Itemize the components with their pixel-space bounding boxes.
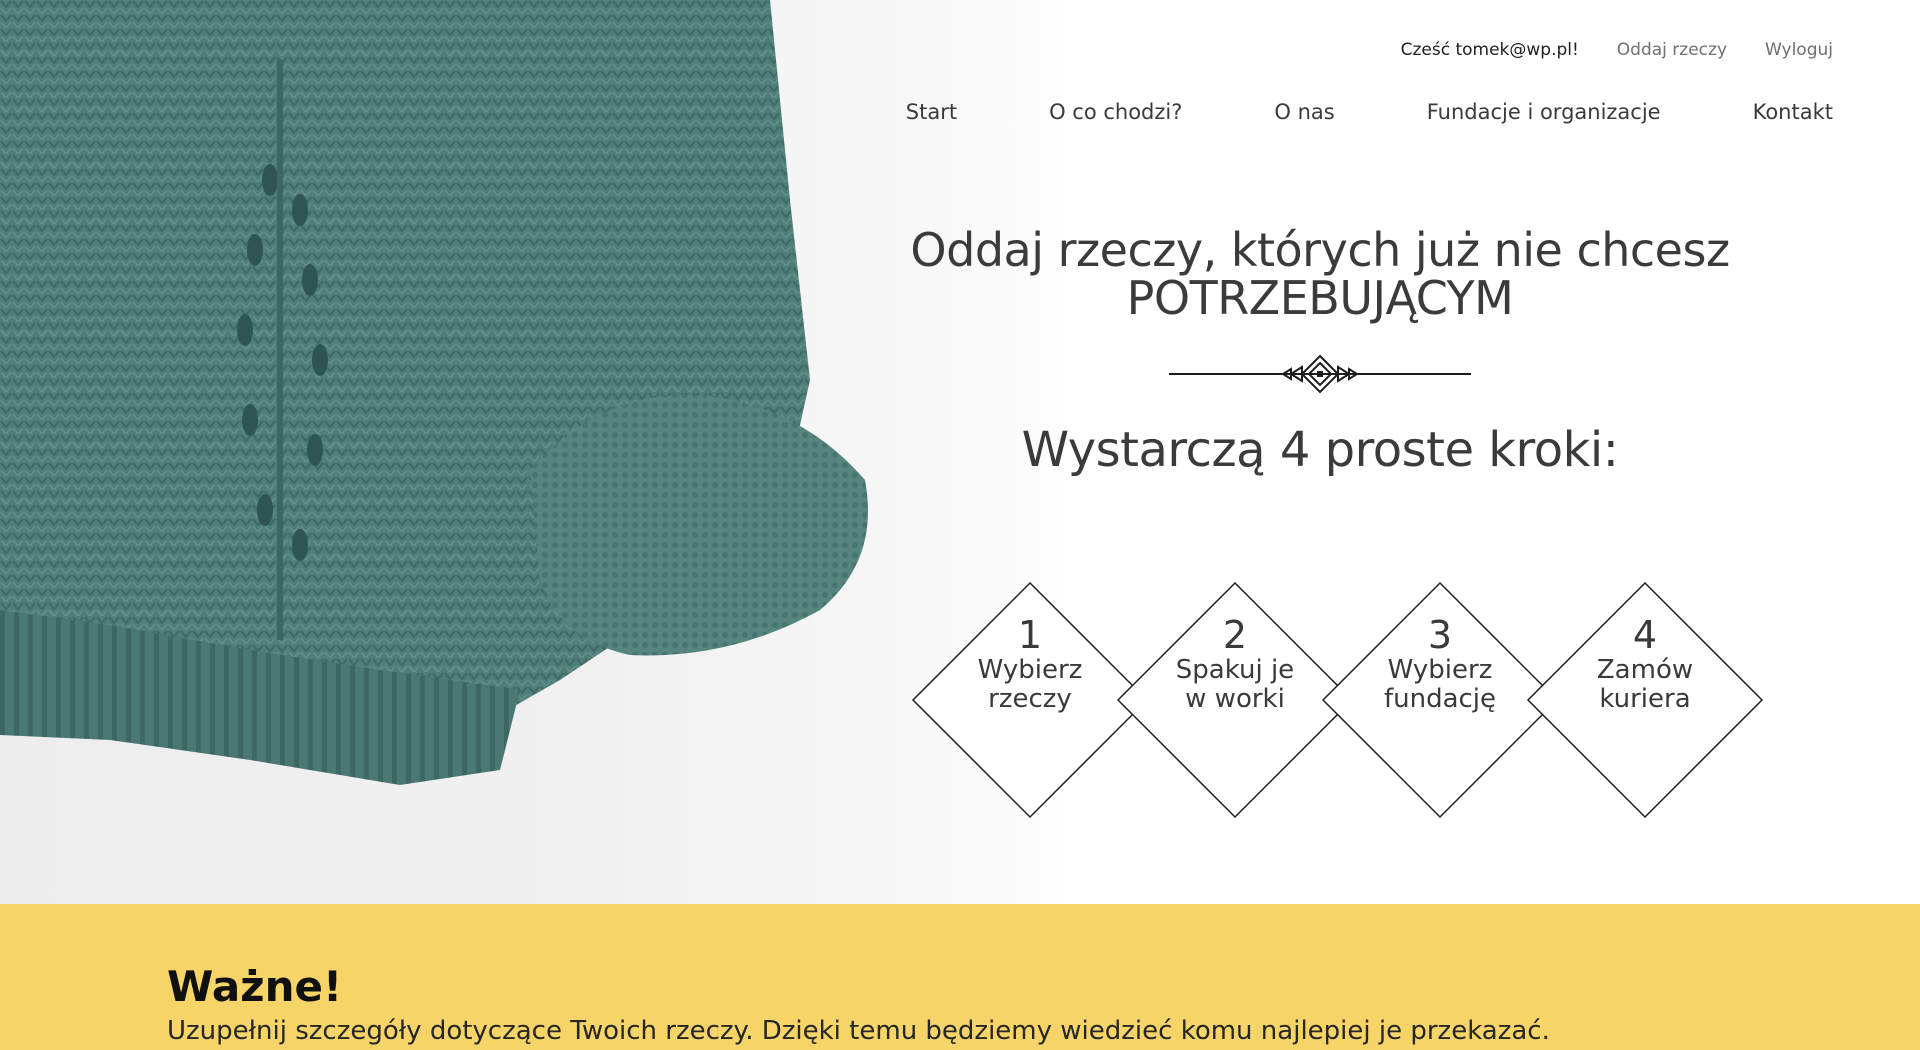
step-3-number: 3: [1427, 613, 1453, 657]
give-items-link[interactable]: Oddaj rzeczy: [1617, 40, 1727, 60]
hero-title-line1: Oddaj rzeczy, których już nie chcesz: [910, 223, 1730, 277]
greeting-text: Cześć tomek@wp.pl!: [1400, 40, 1579, 60]
nav-about-idea[interactable]: O co chodzi?: [1049, 100, 1182, 124]
steps-subtitle: Wystarczą 4 proste kroki:: [1021, 422, 1619, 478]
nav-foundations[interactable]: Fundacje i organizacje: [1427, 100, 1661, 124]
step-1: 1 Wybierz rzeczy: [945, 614, 1115, 714]
nav-start[interactable]: Start: [906, 100, 957, 124]
decorative-divider-icon: [1169, 354, 1471, 394]
logout-link[interactable]: Wyloguj: [1765, 40, 1833, 60]
step-1-label-line2: rzeczy: [988, 684, 1072, 714]
important-title: Ważne!: [167, 962, 343, 1011]
hero-section: Cześć tomek@wp.pl! Oddaj rzeczy Wyloguj …: [0, 0, 1920, 904]
nav-about-us[interactable]: O nas: [1274, 100, 1334, 124]
user-bar: Cześć tomek@wp.pl! Oddaj rzeczy Wyloguj: [1401, 40, 1833, 60]
step-2-label-line2: w worki: [1185, 684, 1285, 714]
step-1-number: 1: [1017, 613, 1043, 657]
step-3-label-line2: fundację: [1383, 684, 1497, 714]
step-4-label-line2: kuriera: [1599, 684, 1691, 714]
step-4-number: 4: [1632, 613, 1658, 657]
step-2-label-line1: Spakuj je: [1175, 655, 1295, 685]
step-2: 2 Spakuj je w worki: [1150, 614, 1320, 714]
nav-contact[interactable]: Kontakt: [1753, 100, 1833, 124]
step-3-label-line1: Wybierz: [1387, 655, 1493, 685]
sweater-image: [0, 0, 868, 785]
step-3: 3 Wybierz fundację: [1355, 614, 1525, 714]
step-2-number: 2: [1222, 613, 1248, 657]
hero-title: Oddaj rzeczy, których już nie chcesz POT…: [880, 226, 1760, 322]
main-nav: Start O co chodzi? O nas Fundacje i orga…: [906, 100, 1833, 124]
step-1-label-line1: Wybierz: [977, 655, 1083, 685]
hero-title-line2: POTRZEBUJĄCYM: [1126, 271, 1514, 325]
important-banner: Ważne! Uzupełnij szczegóły dotyczące Two…: [0, 904, 1920, 1050]
step-4-label-line1: Zamów: [1596, 655, 1694, 685]
step-4: 4 Zamów kuriera: [1560, 614, 1730, 714]
hero-text: Oddaj rzeczy, których już nie chcesz POT…: [880, 226, 1760, 478]
important-text: Uzupełnij szczegóły dotyczące Twoich rze…: [167, 1016, 1550, 1046]
